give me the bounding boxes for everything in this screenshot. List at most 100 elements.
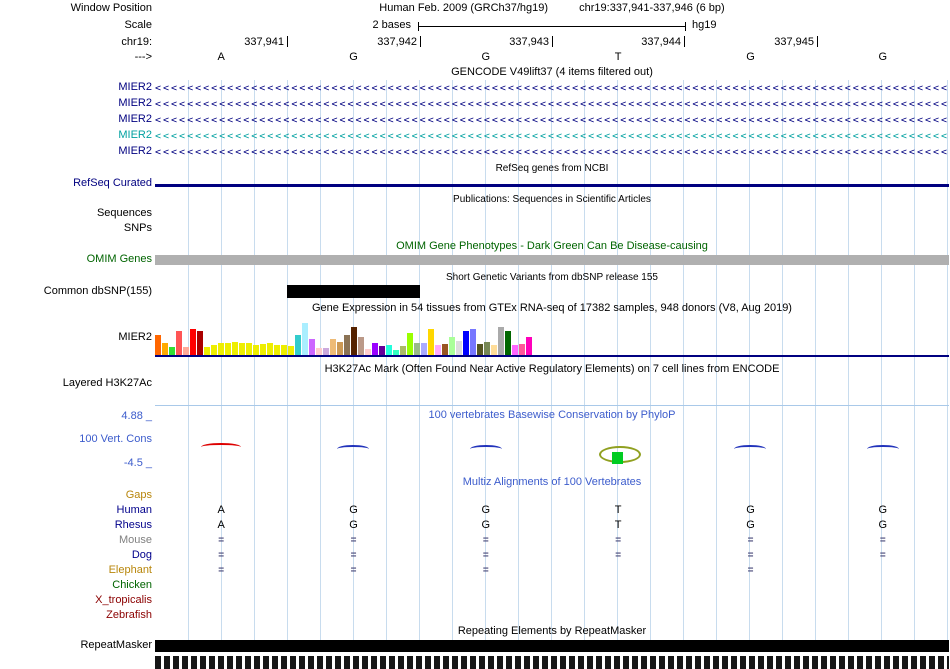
gtex-expression-bar[interactable] (323, 348, 329, 355)
gencode-gene-label[interactable]: MIER2 (0, 129, 152, 142)
repeatmasker-detail-bar[interactable] (155, 656, 949, 669)
gtex-expression-bar[interactable] (162, 343, 168, 355)
alignment-cell: = (879, 550, 886, 561)
gtex-expression-bar[interactable] (330, 339, 336, 355)
gtex-expression-bar[interactable] (526, 337, 532, 355)
gtex-expression-bar[interactable] (498, 327, 504, 355)
refseq-gene-bar[interactable] (155, 184, 949, 187)
gtex-expression-bar[interactable] (442, 344, 448, 355)
gene-strand-arrows[interactable]: <<<<<<<<<<<<<<<<<<<<<<<<<<<<<<<<<<<<<<<<… (155, 113, 949, 128)
gtex-expression-bar[interactable] (176, 331, 182, 355)
gtex-expression-bar[interactable] (302, 323, 308, 355)
gtex-expression-bar[interactable] (204, 347, 210, 355)
gtex-expression-bar[interactable] (358, 337, 364, 355)
gtex-expression-bar[interactable] (386, 345, 392, 355)
coordinate-tick (420, 36, 421, 47)
gtex-expression-bar[interactable] (169, 347, 175, 355)
omim-genes-label[interactable]: OMIM Genes (0, 253, 152, 266)
omim-gene-bar[interactable] (155, 255, 949, 265)
gtex-expression-bar[interactable] (274, 345, 280, 355)
conservation-track-title: 100 vertebrates Basewise Conservation by… (428, 409, 676, 421)
gtex-expression-bar[interactable] (456, 341, 462, 355)
snps-track-label[interactable]: SNPs (0, 222, 152, 235)
gtex-expression-bar[interactable] (288, 346, 294, 355)
gencode-gene-label[interactable]: MIER2 (0, 145, 152, 158)
species-label-dog[interactable]: Dog (0, 549, 152, 562)
species-label-gaps[interactable]: Gaps (0, 489, 152, 502)
gtex-expression-bar[interactable] (218, 343, 224, 355)
gtex-expression-bar[interactable] (190, 329, 196, 355)
gtex-expression-bar[interactable] (435, 345, 441, 355)
h3k27ac-signal-line[interactable] (155, 405, 949, 406)
gtex-expression-bar[interactable] (414, 343, 420, 355)
gtex-expression-bar[interactable] (351, 327, 357, 355)
species-label-elephant[interactable]: Elephant (0, 564, 152, 577)
h3k27ac-track-label[interactable]: Layered H3K27Ac (0, 377, 152, 390)
gtex-expression-bar[interactable] (239, 343, 245, 355)
gtex-track-title: Gene Expression in 54 tissues from GTEx … (312, 302, 792, 314)
assembly-name: Human Feb. 2009 (GRCh37/hg19) (379, 2, 549, 14)
gtex-expression-bar[interactable] (421, 343, 427, 355)
gene-strand-arrows[interactable]: <<<<<<<<<<<<<<<<<<<<<<<<<<<<<<<<<<<<<<<<… (155, 129, 949, 144)
conservation-track-label[interactable]: 100 Vert. Cons (0, 433, 152, 446)
window-position-label: Window Position (70, 2, 152, 14)
gtex-expression-bar[interactable] (519, 344, 525, 355)
gtex-expression-bar[interactable] (344, 335, 350, 355)
species-label-mouse[interactable]: Mouse (0, 534, 152, 547)
sequences-track-label[interactable]: Sequences (0, 207, 152, 220)
conservation-min-label: -4.5 _ (123, 457, 152, 469)
gtex-expression-bar[interactable] (400, 346, 406, 355)
gtex-expression-bar[interactable] (260, 344, 266, 355)
scale-label: Scale (124, 19, 152, 31)
gene-strand-arrows[interactable]: <<<<<<<<<<<<<<<<<<<<<<<<<<<<<<<<<<<<<<<<… (155, 145, 949, 160)
gtex-expression-bar[interactable] (211, 345, 217, 355)
gtex-expression-bar[interactable] (183, 347, 189, 355)
alignment-cell: = (482, 565, 489, 576)
gtex-expression-bar[interactable] (484, 342, 490, 355)
gtex-expression-bar[interactable] (477, 344, 483, 355)
gtex-gene-label[interactable]: MIER2 (0, 331, 152, 344)
gtex-expression-bar[interactable] (155, 335, 161, 355)
gencode-gene-label[interactable]: MIER2 (0, 113, 152, 126)
species-label-x_tropicalis[interactable]: X_tropicalis (0, 594, 152, 607)
gtex-expression-bar[interactable] (295, 335, 301, 355)
gtex-expression-bar[interactable] (512, 345, 518, 355)
refseq-curated-label[interactable]: RefSeq Curated (0, 177, 152, 190)
gencode-track-title: GENCODE V49lift37 (4 items filtered out) (451, 66, 653, 78)
gtex-expression-bar[interactable] (232, 342, 238, 355)
gtex-expression-bar[interactable] (225, 343, 231, 355)
gtex-expression-bar[interactable] (379, 346, 385, 355)
gtex-expression-bar[interactable] (281, 345, 287, 355)
dbsnp-track-label[interactable]: Common dbSNP(155) (0, 285, 152, 298)
gtex-expression-bar[interactable] (407, 333, 413, 355)
gencode-gene-label[interactable]: MIER2 (0, 97, 152, 110)
gtex-expression-bar[interactable] (463, 331, 469, 355)
gtex-expression-bar[interactable] (316, 348, 322, 355)
gtex-expression-bar[interactable] (246, 343, 252, 355)
gtex-expression-bar[interactable] (372, 343, 378, 355)
gtex-expression-bar[interactable] (309, 339, 315, 355)
gtex-expression-bar[interactable] (449, 337, 455, 355)
species-label-human[interactable]: Human (0, 504, 152, 517)
repeatmasker-track-label[interactable]: RepeatMasker (0, 639, 152, 652)
gene-strand-arrows[interactable]: <<<<<<<<<<<<<<<<<<<<<<<<<<<<<<<<<<<<<<<<… (155, 97, 949, 112)
gtex-expression-bar[interactable] (505, 331, 511, 355)
gene-strand-arrows[interactable]: <<<<<<<<<<<<<<<<<<<<<<<<<<<<<<<<<<<<<<<<… (155, 81, 949, 96)
alignment-cell: = (350, 565, 357, 576)
gtex-expression-bar[interactable] (428, 329, 434, 355)
omim-track-title: OMIM Gene Phenotypes - Dark Green Can Be… (396, 240, 708, 252)
species-label-zebrafish[interactable]: Zebrafish (0, 609, 152, 622)
coordinate-tick (817, 36, 818, 47)
repeatmasker-bar[interactable] (155, 640, 949, 652)
gtex-expression-bar[interactable] (197, 331, 203, 355)
gtex-expression-bar[interactable] (470, 329, 476, 355)
dbsnp-variant-bar[interactable] (287, 285, 420, 298)
species-label-chicken[interactable]: Chicken (0, 579, 152, 592)
gencode-gene-label[interactable]: MIER2 (0, 81, 152, 94)
gtex-expression-bar[interactable] (337, 342, 343, 355)
alignment-cell: G (349, 504, 358, 516)
species-label-rhesus[interactable]: Rhesus (0, 519, 152, 532)
gtex-expression-bar[interactable] (267, 343, 273, 355)
gtex-expression-bar[interactable] (253, 345, 259, 355)
gtex-expression-bar[interactable] (491, 345, 497, 355)
